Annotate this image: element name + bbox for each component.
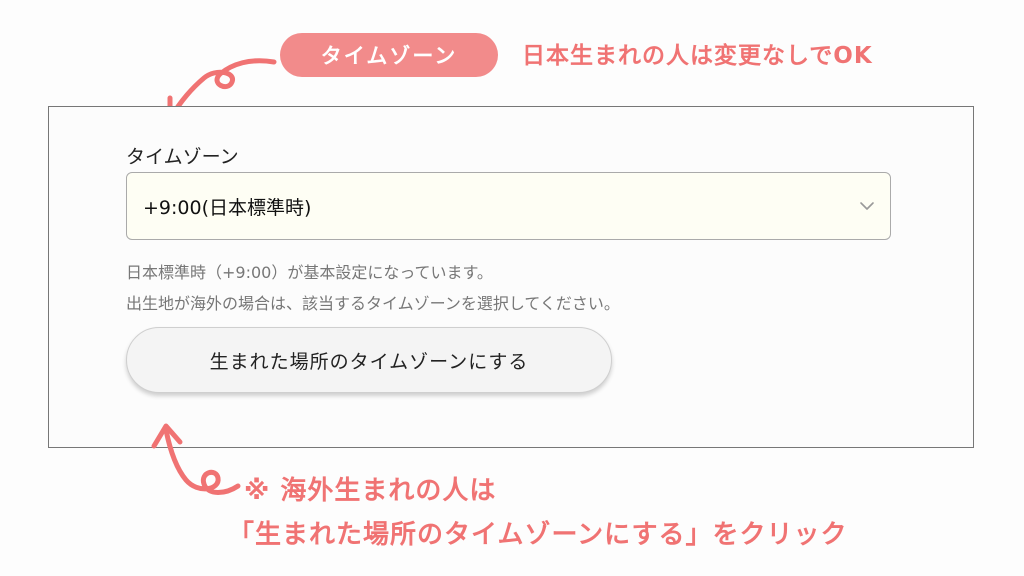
annotation-bottom-line-1: ※ 海外生まれの人は [244,476,497,506]
timezone-field-label: タイムゾーン [126,146,239,168]
timezone-annotation-pill: タイムゾーン [280,33,498,77]
curly-arrow-bottom-icon [151,423,241,495]
set-birthplace-timezone-button[interactable]: 生まれた場所のタイムゾーンにする [126,327,612,393]
annotation-top-note: 日本生まれの人は変更なしでOK [522,43,873,69]
annotation-bottom-line-2: 「生まれた場所のタイムゾーンにする」をクリック [228,520,848,550]
timezone-select-value: +9:00(日本標準時) [143,196,312,219]
timezone-help-text-1: 日本標準時（+9:00）が基本設定になっています。 [126,263,493,282]
timezone-select[interactable]: +9:00(日本標準時) [126,172,891,240]
chevron-down-icon [860,202,874,210]
timezone-help-text-2: 出生地が海外の場合は、該当するタイムゾーンを選択してください。 [126,294,620,313]
